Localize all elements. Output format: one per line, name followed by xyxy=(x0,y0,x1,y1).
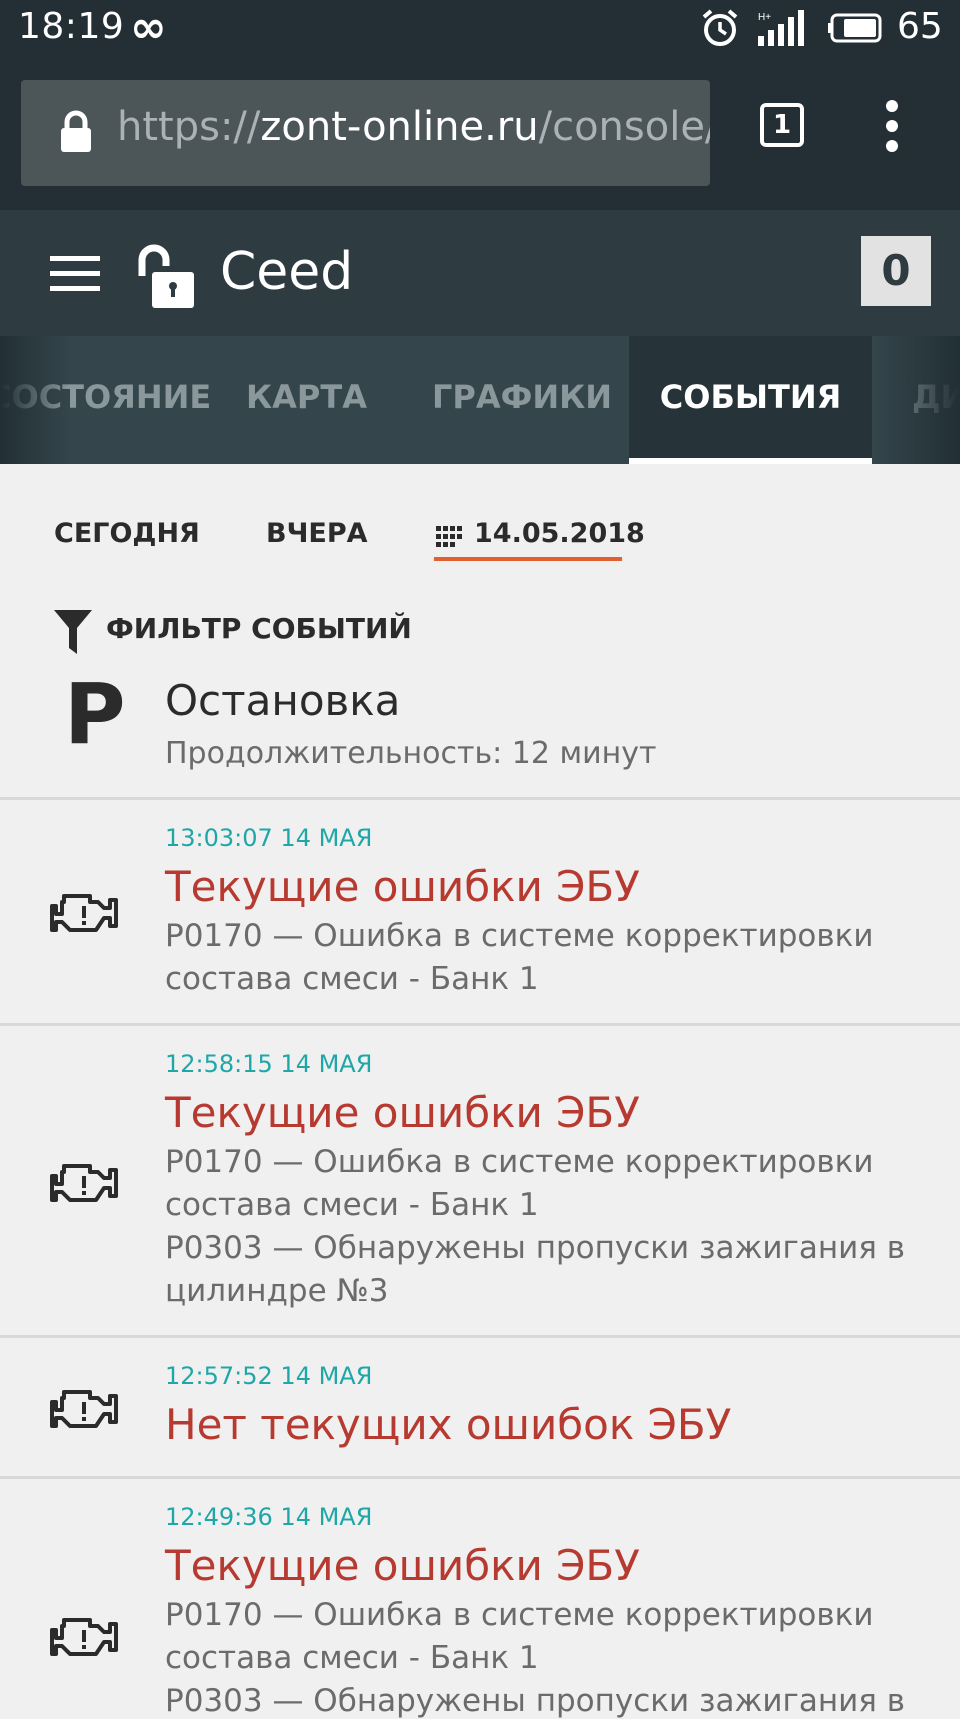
today-link[interactable]: СЕГОДНЯ xyxy=(54,518,200,549)
check-engine-icon xyxy=(50,1164,118,1202)
notification-counter[interactable]: 0 xyxy=(861,236,931,306)
event-detail-line: состава смеси - Банк 1 xyxy=(165,1640,539,1676)
event-time: 13:03:07 14 МАЯ xyxy=(165,824,373,852)
tab-events[interactable]: СОБЫТИЯ xyxy=(629,336,872,464)
event-title: Текущие ошибки ЭБУ xyxy=(165,1088,640,1137)
calendar-icon[interactable] xyxy=(436,526,462,548)
battery-icon xyxy=(828,13,882,43)
device-title: Ceed xyxy=(220,242,354,302)
tab-graphs[interactable]: ГРАФИКИ xyxy=(432,336,612,464)
signal-icon: H+ xyxy=(758,10,804,46)
app-header: Ceed 0 xyxy=(0,210,960,336)
event-time: 12:49:36 14 МАЯ xyxy=(165,1503,373,1531)
check-engine-icon xyxy=(50,1618,118,1656)
stop-event-title: Остановка xyxy=(165,676,401,725)
event-title: Текущие ошибки ЭБУ xyxy=(165,1541,640,1590)
url-text: https://zont-online.ru/console/ xyxy=(117,104,710,150)
browser-toolbar: https://zont-online.ru/console/ 1 xyxy=(0,58,960,210)
event-time: 12:57:52 14 МАЯ xyxy=(165,1362,373,1390)
event-detail-line: состава смеси - Банк 1 xyxy=(165,1187,539,1223)
url-path: /console/ xyxy=(538,104,710,150)
divider xyxy=(0,1335,960,1338)
infinity-icon: ∞ xyxy=(130,2,167,53)
event-detail-line: P0170 — Ошибка в системе корректировки xyxy=(165,1144,874,1180)
selected-date[interactable]: 14.05.2018 xyxy=(474,518,645,549)
event-filter-button[interactable]: ФИЛЬТР СОБЫТИЙ xyxy=(106,612,412,645)
event-detail-line: P0170 — Ошибка в системе корректировки xyxy=(165,1597,874,1633)
unlock-icon[interactable] xyxy=(132,244,196,310)
status-bar: 18:19 ∞ H+ 65 xyxy=(0,0,960,58)
lock-icon xyxy=(61,110,91,152)
event-time: 12:58:15 14 МАЯ xyxy=(165,1050,373,1078)
event-detail-line: P0170 — Ошибка в системе корректировки xyxy=(165,918,874,954)
selected-date-underline xyxy=(434,557,622,561)
section-tabs: СОСТОЯНИЕ КАРТА ГРАФИКИ СОБЫТИЯ ДИ xyxy=(0,336,960,464)
tabs-fade-left xyxy=(0,336,70,464)
check-engine-icon xyxy=(50,894,118,932)
divider xyxy=(0,1023,960,1026)
event-title: Нет текущих ошибок ЭБУ xyxy=(165,1400,732,1449)
tab-map[interactable]: КАРТА xyxy=(246,336,367,464)
parking-icon: P xyxy=(64,665,126,763)
filter-icon[interactable] xyxy=(54,610,92,654)
address-bar[interactable]: https://zont-online.ru/console/ xyxy=(21,80,710,186)
event-title: Текущие ошибки ЭБУ xyxy=(165,862,640,911)
status-time: 18:19 xyxy=(18,6,125,47)
hamburger-menu-icon[interactable] xyxy=(50,256,100,292)
tab-switcher-button[interactable]: 1 xyxy=(760,103,804,147)
svg-text:H+: H+ xyxy=(758,12,771,23)
event-detail-line: P0303 — Обнаружены пропуски зажигания в xyxy=(165,1230,906,1266)
alarm-clock-icon xyxy=(702,9,738,46)
event-detail-line: P0303 — Обнаружены пропуски зажигания в xyxy=(165,1683,906,1719)
event-detail-line: цилиндре №3 xyxy=(165,1273,389,1309)
more-vert-icon[interactable] xyxy=(880,98,904,154)
url-host: zont-online.ru xyxy=(260,104,539,150)
divider xyxy=(0,1476,960,1479)
yesterday-link[interactable]: ВЧЕРА xyxy=(266,518,368,549)
check-engine-icon xyxy=(50,1390,118,1428)
event-detail-line: состава смеси - Банк 1 xyxy=(165,961,539,997)
divider xyxy=(0,797,960,800)
tabs-fade-right xyxy=(872,336,960,464)
url-scheme: https:// xyxy=(117,104,261,150)
stop-event-duration: Продолжительность: 12 минут xyxy=(165,736,657,771)
battery-level: 65 xyxy=(897,6,943,47)
